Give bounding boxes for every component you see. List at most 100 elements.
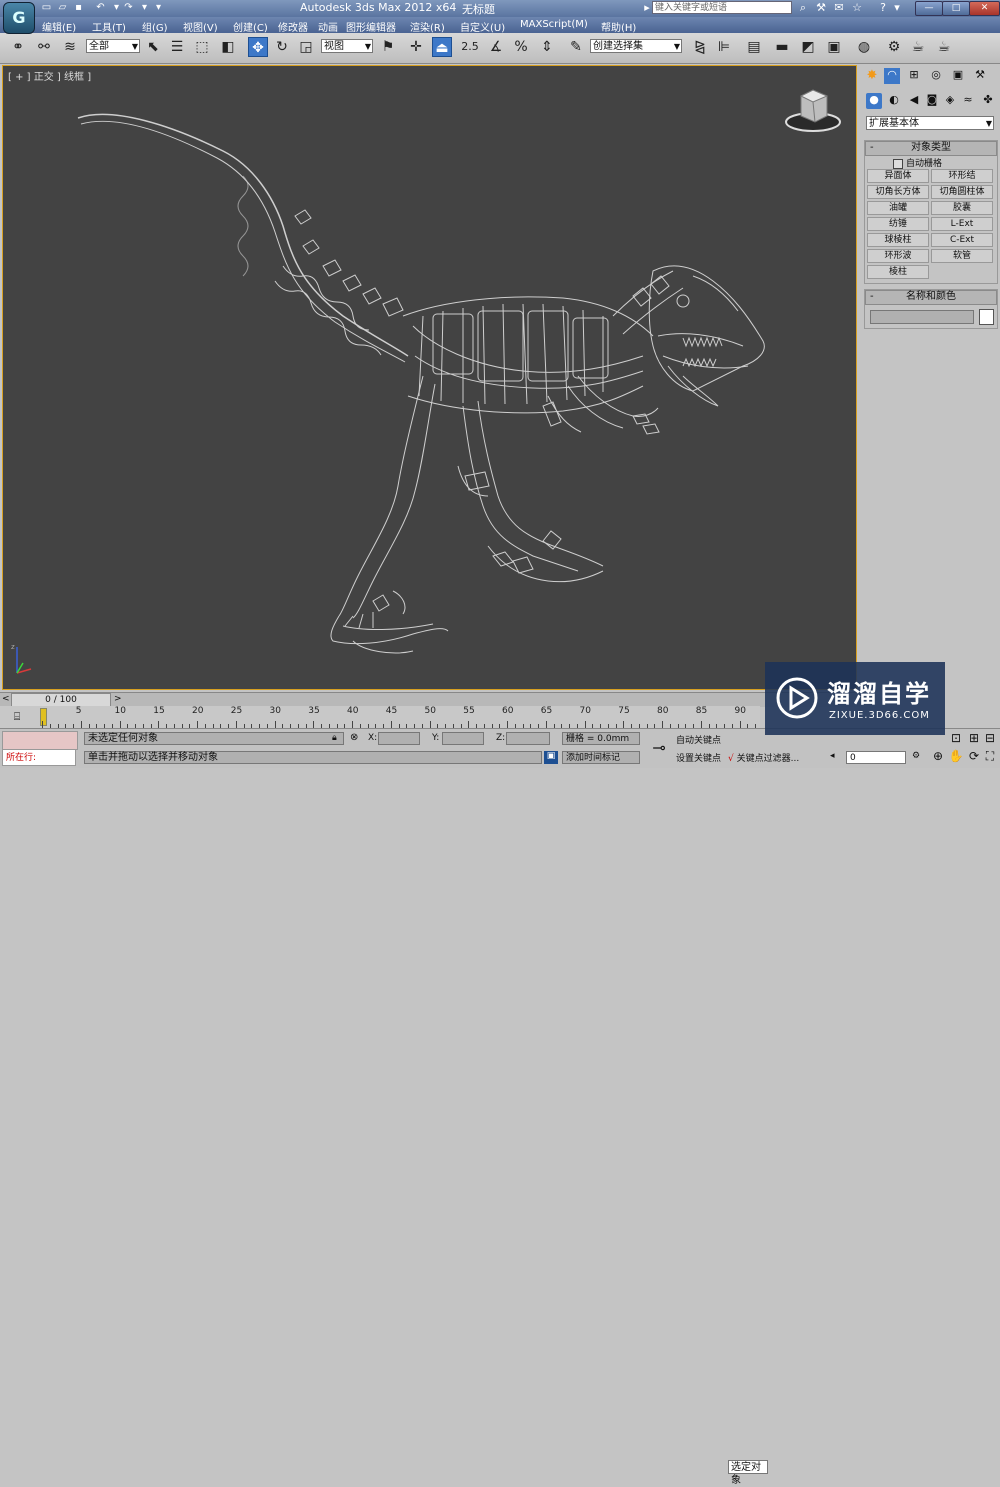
align-icon[interactable]: ⊫ <box>714 37 734 57</box>
object-type-header[interactable]: - 对象类型 <box>865 141 997 156</box>
menu-tools[interactable]: 工具(T) <box>92 19 126 34</box>
display-tab-icon[interactable]: ▣ <box>950 68 966 84</box>
menu-create[interactable]: 创建(C) <box>233 19 268 34</box>
key-mode-dropdown[interactable]: 选定对象 <box>728 1460 768 1486</box>
menu-customize[interactable]: 自定义(U) <box>460 19 505 34</box>
layer-manager-icon[interactable]: ▤ <box>744 37 764 57</box>
viewport[interactable]: [ + ] 正交 ] 线框 ] z <box>2 65 857 690</box>
app-logo-icon[interactable]: G <box>3 2 35 34</box>
time-config-icon[interactable]: ⚙ <box>912 751 924 764</box>
maximize-button[interactable]: □ <box>942 1 970 16</box>
render-icon[interactable]: ☕ <box>934 37 954 57</box>
maxscript-listener-top[interactable] <box>2 731 78 750</box>
pan-icon[interactable]: ✋ <box>948 749 964 765</box>
menu-help[interactable]: 帮助(H) <box>601 19 636 34</box>
schematic-view-icon[interactable]: ▣ <box>824 37 844 57</box>
redo-dropdown-icon[interactable]: ▾ <box>138 1 151 14</box>
zoom-all-icon[interactable]: ⊞ <box>966 731 982 747</box>
ringwave-button[interactable]: 环形波 <box>867 249 929 263</box>
menu-rendering[interactable]: 渲染(R) <box>410 19 445 34</box>
selection-filter-dropdown[interactable]: 全部 ▼ <box>86 39 140 53</box>
lights-icon[interactable]: ◀ <box>906 93 922 109</box>
object-name-input[interactable] <box>870 310 974 324</box>
new-file-icon[interactable]: ▭ <box>40 1 53 14</box>
menu-maxscript[interactable]: MAXScript(M) <box>520 19 588 30</box>
mini-curve-editor-icon[interactable]: ⌸ <box>6 710 28 724</box>
create-tab-icon[interactable]: ✸ <box>864 68 880 84</box>
spacewarps-icon[interactable]: ≈ <box>960 93 976 109</box>
close-button[interactable]: ✕ <box>969 1 1000 16</box>
scale-icon[interactable]: ◲ <box>296 37 316 57</box>
cameras-icon[interactable]: ◙ <box>924 93 940 109</box>
help-icon[interactable]: ? <box>876 1 890 15</box>
menu-modifiers[interactable]: 修改器 <box>278 19 308 34</box>
time-next-icon[interactable]: > <box>114 694 122 704</box>
unlink-icon[interactable]: ⚯ <box>34 37 54 57</box>
current-frame-field[interactable]: 0 <box>846 751 906 764</box>
time-slider[interactable]: < 0 / 100 > <box>0 692 860 707</box>
category-dropdown[interactable]: 扩展基本体 ▼ <box>866 116 994 130</box>
material-editor-icon[interactable]: ◍ <box>854 37 874 57</box>
z-coordinate-field[interactable] <box>506 732 550 745</box>
binoculars-icon[interactable]: ⌕ <box>796 1 810 15</box>
hedra-button[interactable]: 异面体 <box>867 169 929 183</box>
pivot-center-icon[interactable]: ⚑ <box>378 37 398 57</box>
maximize-viewport-icon[interactable]: ⛶ <box>982 749 998 765</box>
zoom-extents-icon[interactable]: ⊡ <box>948 731 964 747</box>
name-color-header[interactable]: - 名称和颜色 <box>865 290 997 305</box>
rect-region-icon[interactable]: ⬚ <box>192 37 212 57</box>
autogrid-checkbox[interactable]: 自动栅格 <box>893 156 942 169</box>
hierarchy-tab-icon[interactable]: ⊞ <box>906 68 922 84</box>
open-file-icon[interactable]: ▱ <box>56 1 69 14</box>
menu-group[interactable]: 组(G) <box>142 19 168 34</box>
chamfer-box-button[interactable]: 切角长方体 <box>867 185 929 199</box>
geometry-icon[interactable]: ● <box>866 93 882 109</box>
frame-prev-icon[interactable]: ◂ <box>830 751 844 764</box>
manipulate-icon[interactable]: ✛ <box>406 37 426 57</box>
render-setup-icon[interactable]: ⚙ <box>884 37 904 57</box>
zoom-icon[interactable]: ⊕ <box>930 749 946 765</box>
time-prev-icon[interactable]: < <box>2 694 10 704</box>
select-icon[interactable]: ⬉ <box>143 37 163 57</box>
torus-knot-button[interactable]: 环形结 <box>931 169 993 183</box>
help-dropdown-icon[interactable]: ▾ <box>890 1 904 15</box>
rendered-frame-icon[interactable]: ☕ <box>908 37 928 57</box>
c-ext-button[interactable]: C-Ext <box>931 233 993 247</box>
time-slider-thumb[interactable]: 0 / 100 <box>11 693 111 707</box>
minimize-button[interactable]: — <box>915 1 943 16</box>
oiltank-button[interactable]: 油罐 <box>867 201 929 215</box>
spinner-snap-icon[interactable]: ⇕ <box>537 37 557 57</box>
window-crossing-icon[interactable]: ◧ <box>218 37 238 57</box>
menu-animation[interactable]: 动画 <box>318 19 338 34</box>
add-time-tag[interactable]: 添加时间标记 <box>562 751 640 764</box>
utilities-tab-icon[interactable]: ⚒ <box>972 68 988 84</box>
angle-snap-icon[interactable]: ∡ <box>486 37 506 57</box>
object-color-swatch[interactable] <box>979 309 994 325</box>
link-icon[interactable]: ⚭ <box>8 37 28 57</box>
modify-tab-icon[interactable]: ◠ <box>884 68 900 84</box>
star-icon[interactable]: ☆ <box>850 1 864 15</box>
named-selection-dropdown[interactable]: 创建选择集 ▼ <box>590 39 682 53</box>
subscription-icon[interactable]: ⚒ <box>814 1 828 15</box>
menu-views[interactable]: 视图(V) <box>183 19 218 34</box>
systems-icon[interactable]: ✤ <box>980 93 996 109</box>
keyboard-shortcut-icon[interactable]: ⏏ <box>432 37 452 57</box>
track-bar[interactable]: ⌸ 5 10 15 20 25 30 35 40 45 50 55 60 65 70 75 80 85 90 <box>0 706 760 728</box>
move-icon[interactable]: ✥ <box>248 37 268 57</box>
mirror-icon[interactable]: ⧎ <box>690 37 710 57</box>
edit-named-selection-icon[interactable]: ✎ <box>566 37 586 57</box>
l-ext-button[interactable]: L-Ext <box>931 217 993 231</box>
capsule-button[interactable]: 胶囊 <box>931 201 993 215</box>
y-coordinate-field[interactable] <box>442 732 484 745</box>
orbit-icon[interactable]: ⟳ <box>966 749 982 765</box>
undo-icon[interactable]: ↶ <box>94 1 107 14</box>
hose-button[interactable]: 软管 <box>931 249 993 263</box>
redo-icon[interactable]: ↷ <box>122 1 135 14</box>
zoom-region-icon[interactable]: ⊟ <box>982 731 998 747</box>
absolute-mode-icon[interactable]: ⊗ <box>350 732 362 744</box>
menu-edit[interactable]: 编辑(E) <box>42 19 76 34</box>
time-tag-icon[interactable]: ▣ <box>544 751 558 764</box>
quick-access-dropdown-icon[interactable]: ▾ <box>152 1 165 14</box>
viewcube-icon[interactable] <box>783 88 843 134</box>
communication-icon[interactable]: ✉ <box>832 1 846 15</box>
